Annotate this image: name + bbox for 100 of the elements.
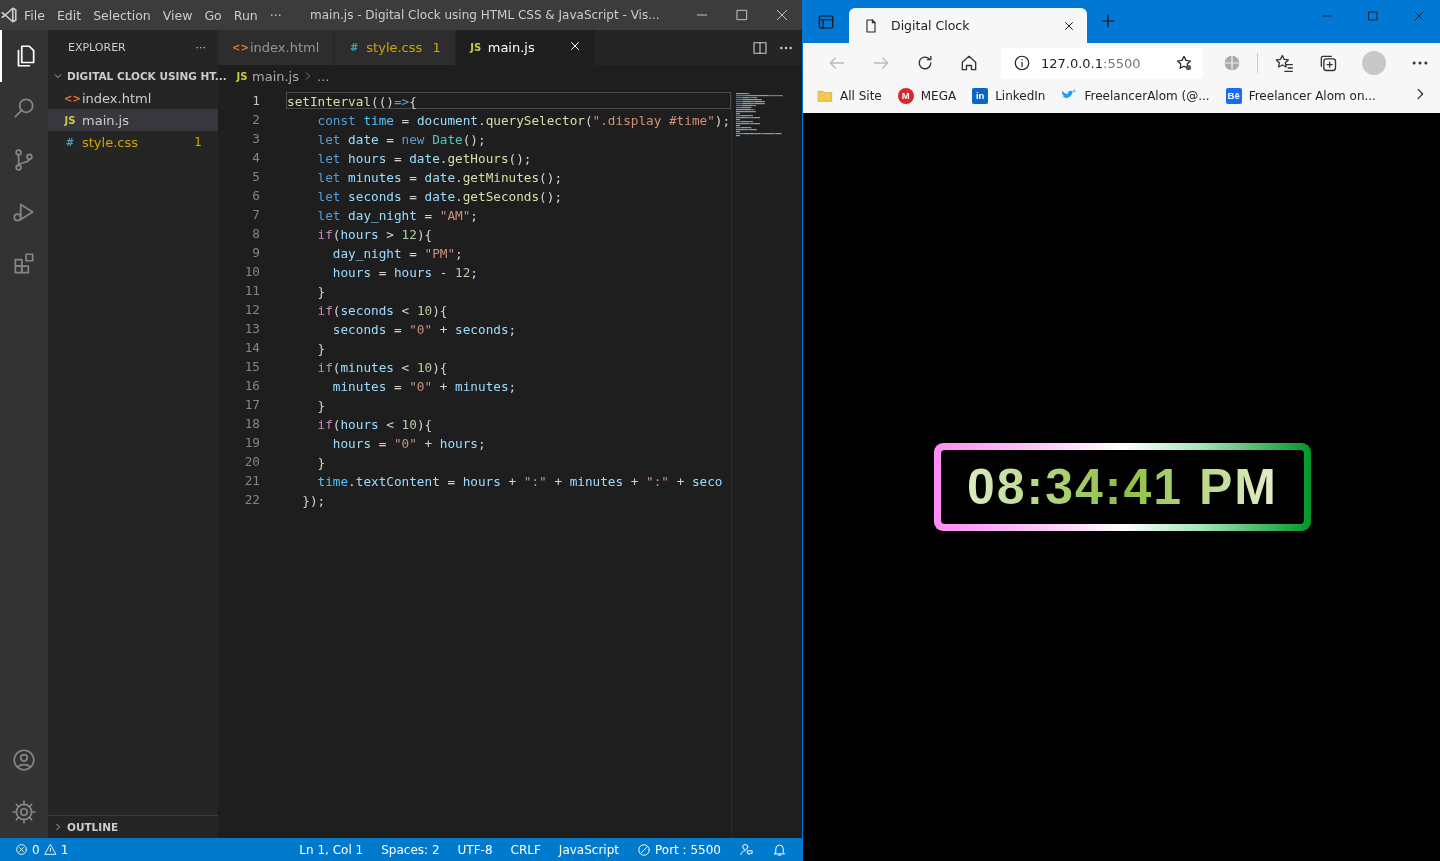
window-title: main.js - Digital Clock using HTML CSS & JavaScript - Vis... [309,8,661,22]
panel-title: EXPLORER [68,41,126,54]
chevron-right-icon [303,71,313,81]
explorer-entry[interactable]: <>index.html [48,87,218,109]
line-number: 18 [243,416,261,431]
feedback-icon[interactable] [739,842,754,857]
line-number: 22 [243,492,261,507]
bell-icon[interactable] [772,842,787,857]
globe-icon[interactable] [1223,54,1241,72]
status-item[interactable]: UTF-8 [450,842,500,857]
breadcrumb-item[interactable]: main.js [252,68,299,84]
favorites-icon[interactable] [1274,53,1294,73]
line-number: 8 [251,226,261,241]
code-line: let day_night = "AM"; [316,207,479,223]
editor-tab[interactable]: JS main.js [455,30,596,65]
status-item[interactable]: Ln 1, Col 1 [292,842,371,857]
line-number: 1 [251,93,261,108]
code-line: } [316,283,327,299]
split-editor-icon[interactable] [752,39,768,56]
line-number: 3 [251,131,261,146]
line-number: 21 [243,473,261,488]
code-line: const time = document.querySelector(".display #time"); [316,112,731,128]
code-line: seconds = "0" + seconds; [331,321,518,337]
line-number: 11 [243,283,261,298]
bookmark[interactable]: Bē Freelancer Alom on... [1225,87,1376,104]
bookmark[interactable]: FreelancerAlom (@... [1061,87,1210,104]
tab-actions-icon[interactable] [817,12,835,31]
line-number: 17 [243,397,261,412]
linkedin-logo-icon: in [972,87,989,104]
account-icon[interactable] [11,747,37,773]
breadcrumb-item[interactable]: ... [317,68,330,84]
code-line: let seconds = date.getSeconds(); [316,188,564,204]
folder-title[interactable]: DIGITAL CLOCK USING HT... [67,70,227,82]
code-line: let date = new Date(); [316,131,487,147]
bookmark[interactable]: in LinkedIn [972,87,1046,104]
code-line: hours = hours - 12; [331,264,479,280]
line-number: 2 [251,112,261,127]
warning-icon [43,843,57,856]
address-bar[interactable]: 127.0.0.1:5500 [1001,47,1203,79]
vscode-logo-icon [0,6,18,24]
maximize-icon[interactable] [1367,10,1379,22]
editor-tab[interactable]: <>index.html [218,30,335,65]
explorer-entry[interactable]: # style.css 1 [48,131,218,153]
error-icon [15,843,28,856]
collections-icon[interactable] [1318,53,1338,73]
menu-item[interactable]: View [156,7,199,23]
bookmark[interactable]: M MEGA [897,87,957,104]
code-line: } [316,397,327,413]
bookmark[interactable]: All Site [817,87,882,104]
line-number: 13 [243,321,261,336]
menu-item[interactable]: Go [198,7,228,23]
code-line: } [316,340,327,356]
menu-item[interactable]: Edit [50,7,88,23]
line-number: 6 [251,188,261,203]
mega-logo-icon: M [897,87,914,104]
settings-icon[interactable] [11,799,37,825]
line-number: 5 [251,169,261,184]
live-server-status[interactable]: Port : 5500 [630,842,728,857]
explorer-entry[interactable]: JS main.js [48,109,218,131]
new-tab-icon[interactable] [1099,12,1117,30]
line-number: 15 [243,359,261,374]
status-item[interactable]: Spaces: 2 [374,842,447,857]
menu-item[interactable]: Selection [87,7,157,23]
line-number: 10 [243,264,261,279]
code-line: let minutes = date.getMinutes(); [316,169,564,185]
code-line: if(seconds < 10){ [316,302,449,318]
line-number: 14 [243,340,261,355]
line-number: 12 [243,302,261,317]
home-icon[interactable] [959,53,979,73]
line-number: 19 [243,435,261,450]
no-entry-icon [637,842,651,857]
menu-item[interactable]: Run [227,7,264,23]
page-icon [863,17,879,34]
line-number: 20 [243,454,261,469]
more-actions-button[interactable]: ··· [195,41,206,54]
menu-item[interactable]: ··· [263,7,288,23]
code-line: }); [301,492,327,508]
line-number: 16 [243,378,261,393]
status-item[interactable]: CRLF [503,842,548,857]
status-item[interactable]: JavaScript [551,842,626,857]
add-favorite-icon[interactable] [1175,54,1193,72]
editor-tab[interactable]: # style.css 1 [334,30,456,65]
code-line: time.textContent = hours + ":" + minutes + ":" + seco [316,473,724,489]
code-line: if(hours < 10){ [316,416,434,432]
behance-logo-icon: Bē [1225,87,1242,104]
code-line: } [316,454,327,470]
menu-item[interactable]: File [18,7,51,23]
browser-tab[interactable]: Digital Clock [849,8,1087,43]
line-number: 4 [251,150,261,165]
close-icon[interactable] [568,40,581,52]
breadcrumb-file[interactable]: JS [236,70,248,82]
code-line: if(minutes < 10){ [316,359,449,375]
code-line: hours = "0" + hours; [331,435,487,451]
extensions-icon[interactable] [11,251,37,277]
section-title[interactable]: OUTLINE [67,821,119,833]
info-icon [1013,54,1031,72]
code-line: day_night = "PM"; [331,245,464,261]
problems-indicator[interactable]: 0 1 [8,842,76,857]
close-icon[interactable] [1063,19,1075,32]
line-number: 9 [251,245,261,260]
